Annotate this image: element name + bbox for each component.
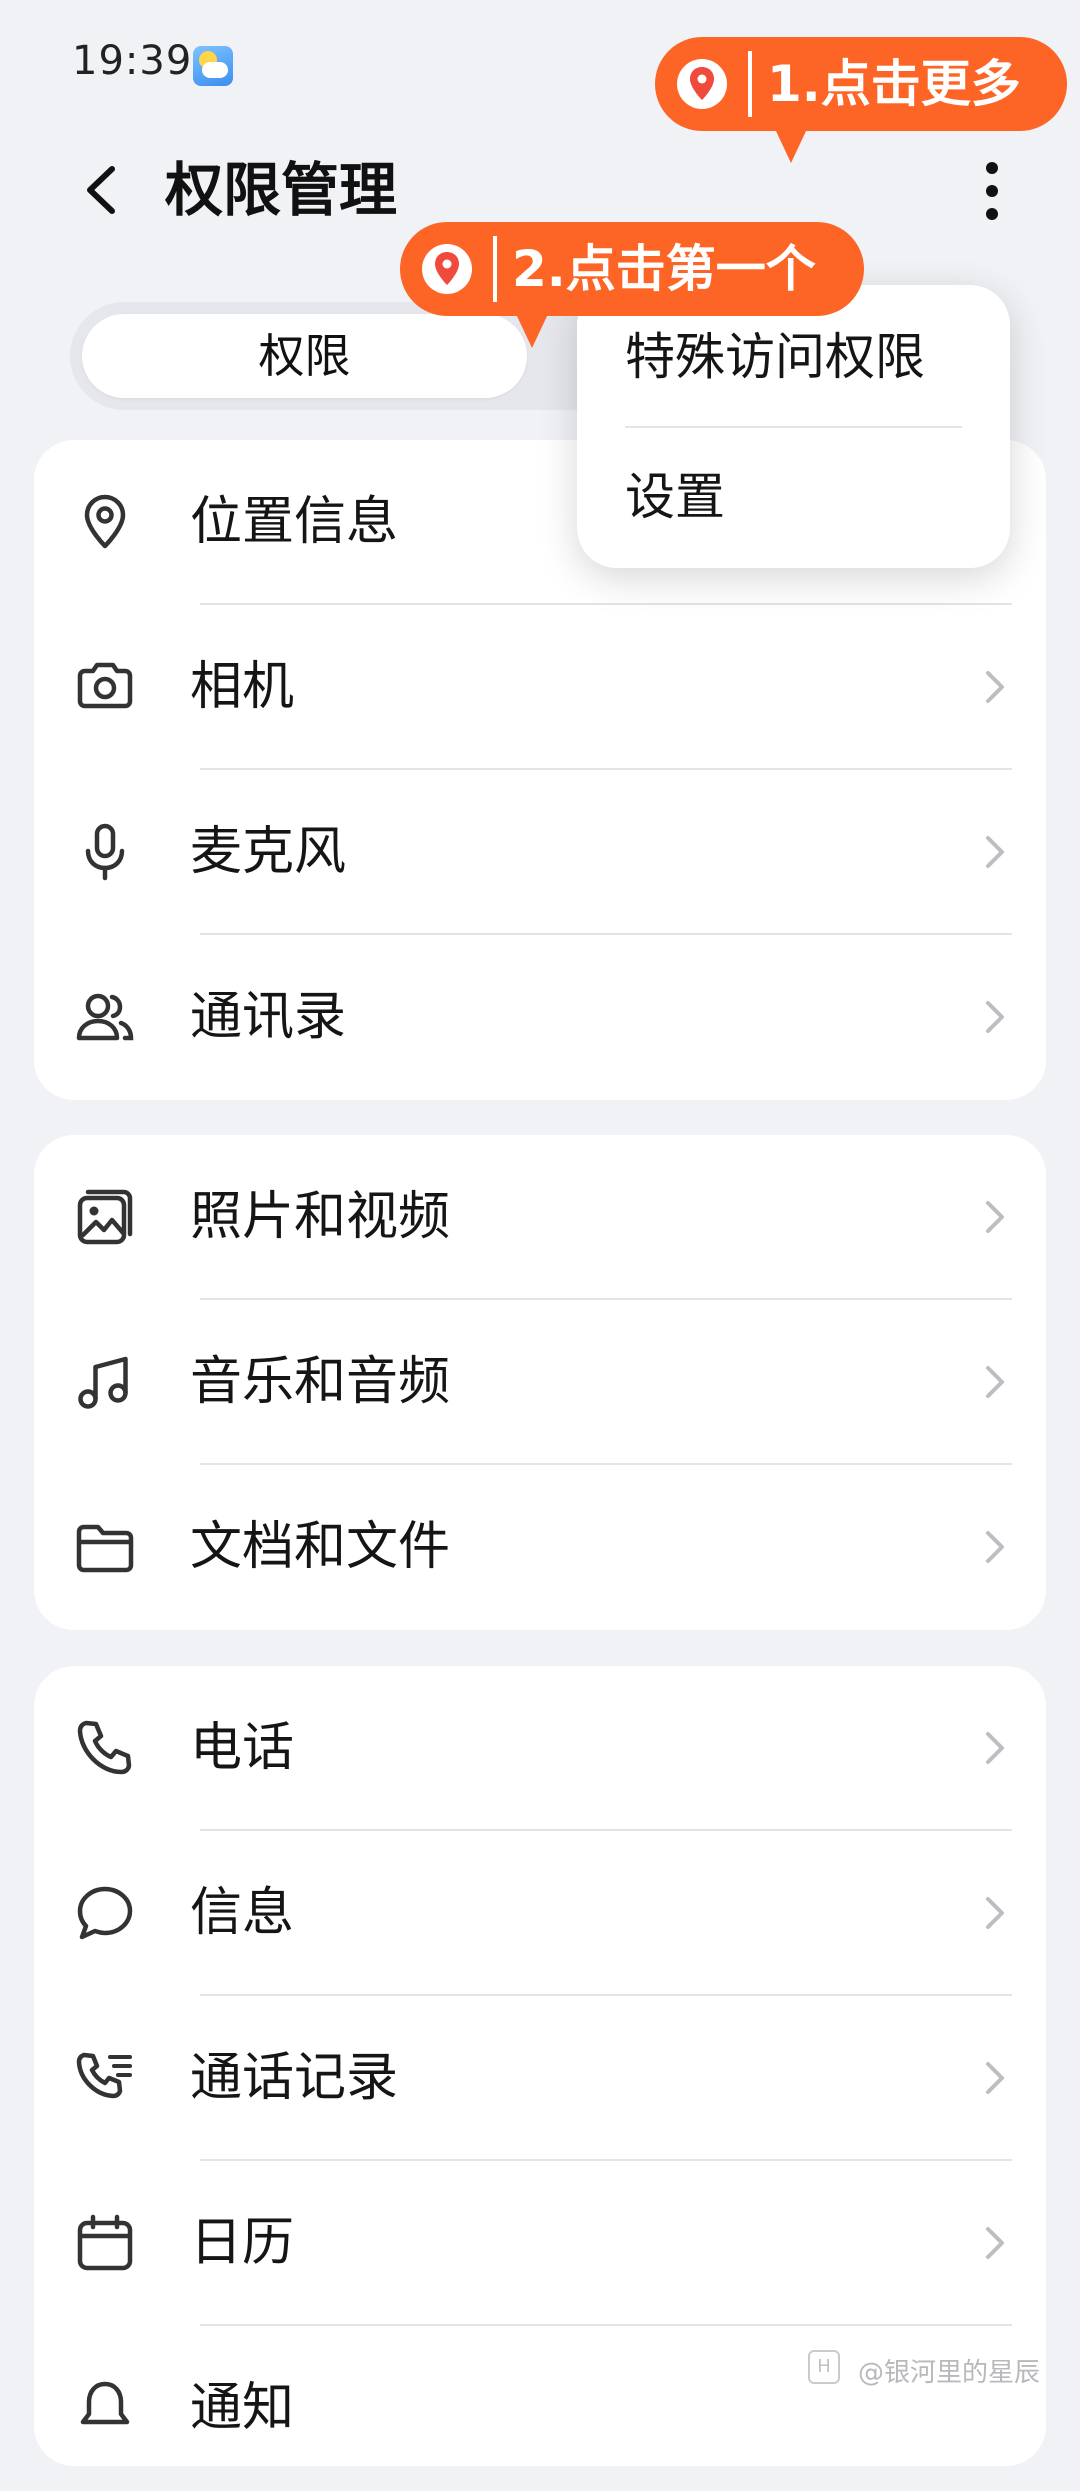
chevron-right-icon bbox=[986, 1201, 1004, 1233]
permission-group-3: 电话 信息 通话记录 日历 通知 bbox=[34, 1666, 1046, 2466]
permission-group-2: 照片和视频 音乐和音频 文档和文件 bbox=[34, 1135, 1046, 1630]
location-pin-icon bbox=[84, 494, 126, 549]
camera-icon bbox=[77, 662, 133, 709]
annotation-text: 1.点击更多 bbox=[767, 55, 1021, 113]
chevron-right-icon bbox=[986, 1732, 1004, 1764]
watermark: @银河里的星辰 bbox=[858, 2358, 1041, 2388]
menu-divider bbox=[625, 426, 962, 428]
permission-label: 通讯录 bbox=[190, 987, 347, 1047]
permission-item-messages[interactable]: 信息 bbox=[34, 1831, 1046, 1996]
chevron-right-icon bbox=[986, 1897, 1004, 1929]
chevron-right-icon bbox=[986, 836, 1004, 868]
annotation-step-1: 1.点击更多 bbox=[655, 37, 1067, 163]
contacts-icon bbox=[76, 993, 134, 1041]
permission-label: 麦克风 bbox=[190, 822, 347, 882]
permission-item-phone[interactable]: 电话 bbox=[34, 1666, 1046, 1831]
chevron-right-icon bbox=[986, 2062, 1004, 2094]
location-pin-icon bbox=[422, 244, 472, 294]
permission-label: 通话记录 bbox=[190, 2048, 399, 2108]
permission-item-notifications[interactable]: 通知 bbox=[34, 2326, 1046, 2491]
permission-item-contacts[interactable]: 通讯录 bbox=[34, 935, 1046, 1100]
permission-label: 电话 bbox=[190, 1718, 295, 1778]
more-button[interactable] bbox=[960, 155, 1024, 225]
permission-item-photos[interactable]: 照片和视频 bbox=[34, 1135, 1046, 1300]
photo-icon bbox=[77, 1189, 133, 1245]
page-title: 权限管理 bbox=[165, 156, 398, 224]
call-log-icon bbox=[76, 2052, 132, 2099]
permission-label: 文档和文件 bbox=[190, 1517, 451, 1577]
permission-item-calendar[interactable]: 日历 bbox=[34, 2161, 1046, 2326]
calendar-icon bbox=[77, 2214, 133, 2271]
permission-label: 日历 bbox=[190, 2213, 295, 2273]
weather-icon bbox=[193, 46, 233, 86]
tab-permissions[interactable]: 权限 bbox=[82, 314, 527, 398]
menu-item-special-access[interactable]: 特殊访问权限 bbox=[625, 325, 925, 389]
menu-item-settings[interactable]: 设置 bbox=[625, 465, 725, 529]
microphone-icon bbox=[85, 823, 125, 881]
folder-icon bbox=[76, 1524, 134, 1573]
chevron-right-icon bbox=[986, 2227, 1004, 2259]
annotation-step-2: 2.点击第一个 bbox=[400, 222, 864, 348]
message-bubble-icon bbox=[77, 1886, 133, 1940]
permission-item-documents[interactable]: 文档和文件 bbox=[34, 1465, 1046, 1630]
permission-item-camera[interactable]: 相机 bbox=[34, 605, 1046, 770]
chevron-right-icon bbox=[986, 671, 1004, 703]
permission-label: 位置信息 bbox=[190, 492, 399, 552]
chevron-right-icon bbox=[986, 1001, 1004, 1033]
permission-label: 照片和视频 bbox=[190, 1187, 451, 1247]
more-vertical-icon bbox=[986, 162, 998, 220]
phone-icon bbox=[77, 1720, 132, 1775]
watermark-logo-icon: H bbox=[808, 2350, 840, 2384]
chevron-right-icon bbox=[986, 1531, 1004, 1563]
bell-icon bbox=[80, 2381, 130, 2425]
annotation-text: 2.点击第一个 bbox=[512, 240, 816, 298]
permission-label: 相机 bbox=[190, 657, 295, 717]
permission-item-music[interactable]: 音乐和音频 bbox=[34, 1300, 1046, 1465]
permission-item-call-log[interactable]: 通话记录 bbox=[34, 1996, 1046, 2161]
permission-label: 通知 bbox=[190, 2378, 295, 2438]
back-button[interactable] bbox=[70, 155, 140, 225]
chevron-left-icon bbox=[87, 166, 115, 214]
status-time: 19:39 bbox=[72, 38, 193, 84]
location-pin-icon bbox=[677, 59, 727, 109]
permission-label: 信息 bbox=[190, 1883, 295, 1943]
chevron-right-icon bbox=[986, 1366, 1004, 1398]
permission-item-microphone[interactable]: 麦克风 bbox=[34, 770, 1046, 935]
overflow-menu: 特殊访问权限 设置 bbox=[577, 285, 1010, 568]
permission-label: 音乐和音频 bbox=[190, 1352, 451, 1412]
music-note-icon bbox=[78, 1356, 128, 1409]
